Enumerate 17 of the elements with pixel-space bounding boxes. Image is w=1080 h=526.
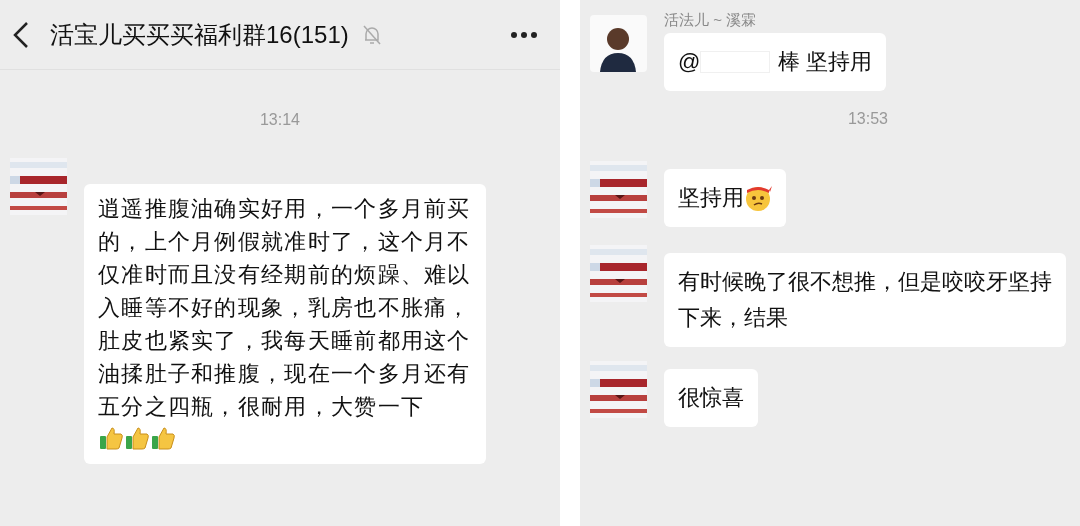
message-text: 有时候晚了很不想推，但是咬咬牙坚持下来，结果 [678,268,1052,332]
thumbs-up-icon [150,425,176,451]
message-text: 很惊喜 [678,384,744,412]
determined-face-icon [744,184,772,212]
sender-name: 活法儿 ~ 溪霖 [664,11,757,29]
message-text: @ [678,48,701,76]
message-text: 逍遥推腹油确实好用，一个多月前买的，上个月例假就准时了，这个月不仅准时而且没有经期前的烦躁、难以入睡等不好的现象，乳房也不胀痛，肚皮也紧实了，我每天睡前都用这个油揉肚子和推腹，现在一个多月还有五分之四瓶，很耐用，大赞一下 [98,195,472,421]
back-icon[interactable] [12,20,30,49]
thumbs-up-icon [124,425,150,451]
thumbs-up-icon [98,425,124,451]
avatar-figure-icon [590,15,647,72]
message-text: 棒 坚持用 [778,48,873,76]
chat-title: 活宝儿买买买福利群16(151) [50,19,349,50]
timestamp: 13:14 [259,110,300,130]
timestamp: 13:53 [847,109,888,129]
message-text: 坚持用 [678,184,744,212]
more-icon[interactable] [510,30,538,39]
